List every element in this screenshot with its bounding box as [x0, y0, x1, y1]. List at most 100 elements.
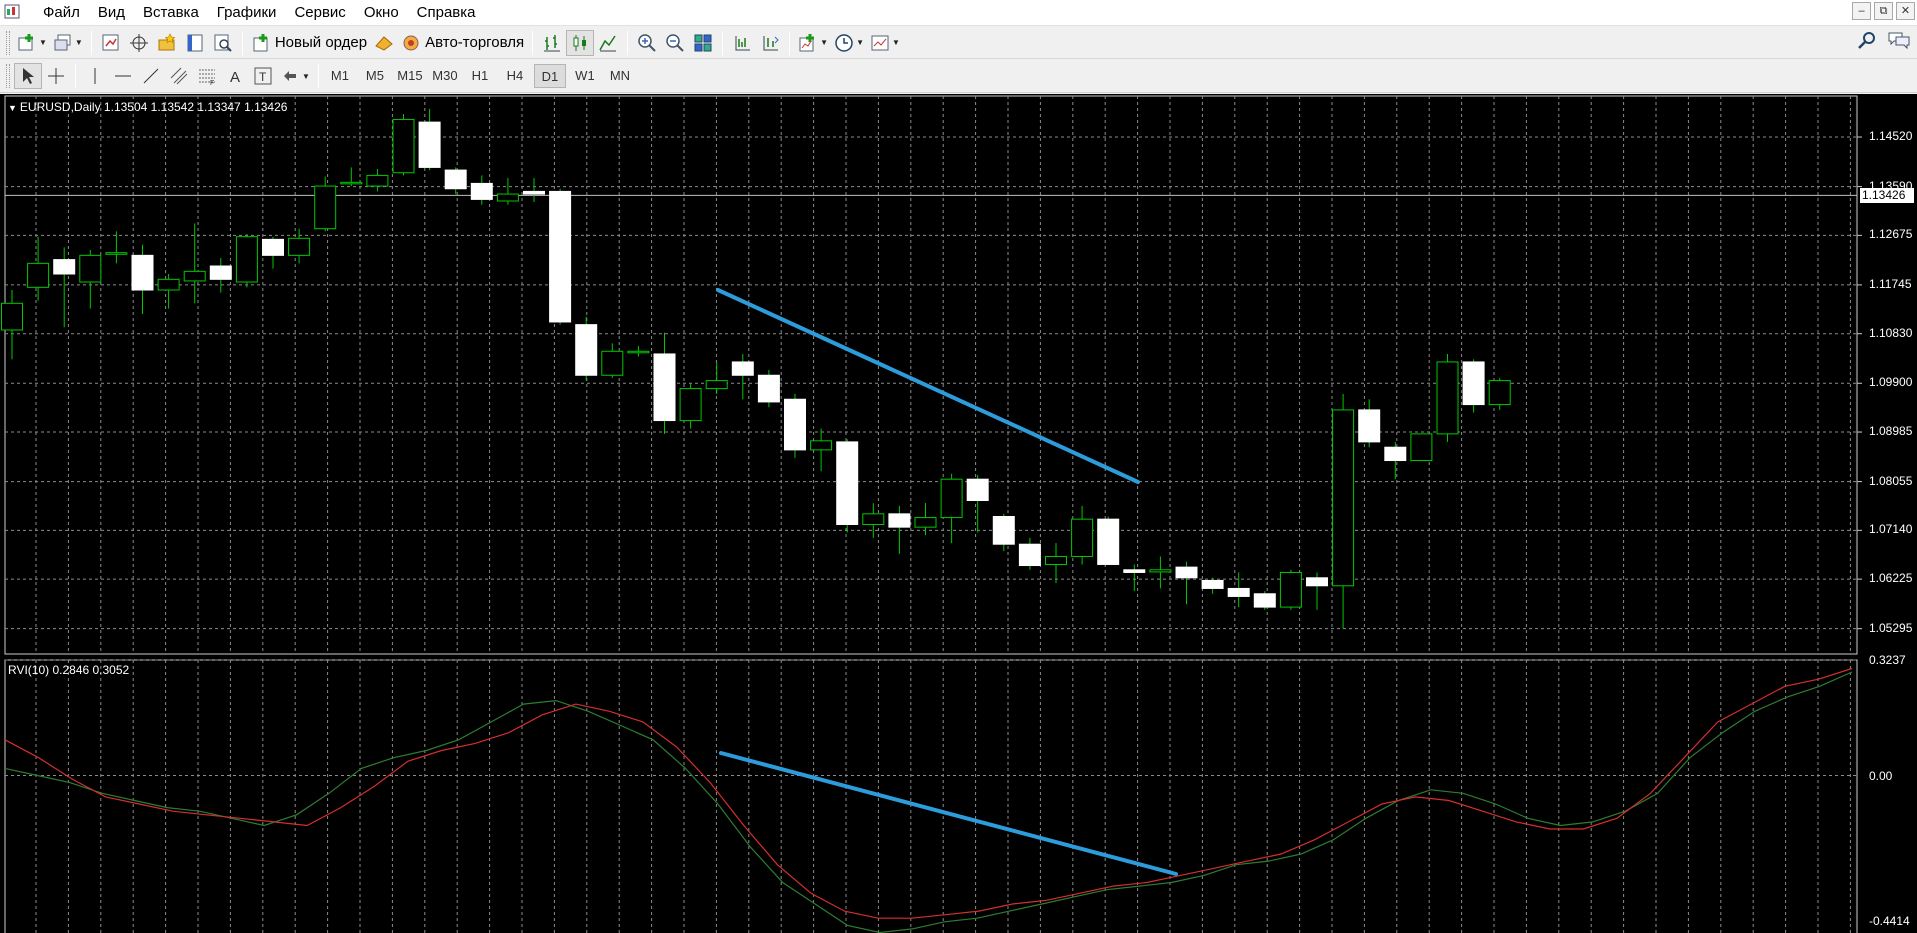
star-folder-icon — [158, 32, 176, 50]
candle-body — [992, 515, 1015, 545]
candle-body — [575, 324, 598, 376]
profiles-button[interactable]: ▼ — [50, 30, 86, 56]
periods-button[interactable]: ▼ — [831, 30, 867, 56]
minimize-button[interactable]: – — [1852, 2, 1871, 20]
candlestick-chart-button[interactable] — [566, 29, 595, 56]
candle-body — [914, 517, 937, 528]
candle-body — [627, 350, 650, 354]
text-button[interactable]: A — [221, 63, 249, 89]
menu-item-6[interactable]: Справка — [408, 3, 485, 23]
candle-body — [1332, 409, 1355, 587]
arrows-button[interactable]: ▼ — [277, 63, 313, 89]
timeframe-m5[interactable]: M5 — [359, 64, 391, 88]
line-chart-button[interactable] — [594, 30, 622, 56]
zoom-out-button[interactable] — [661, 30, 689, 56]
metaeditor-button[interactable] — [370, 30, 398, 56]
restore-button[interactable]: ⧉ — [1874, 2, 1893, 20]
new-order-icon — [253, 33, 268, 51]
timeframe-h4[interactable]: H4 — [499, 64, 531, 88]
timeframe-d1[interactable]: D1 — [533, 64, 566, 88]
indicators-button[interactable]: ▼ — [795, 30, 831, 56]
candle-body — [1436, 361, 1459, 435]
candle-body — [679, 388, 702, 422]
terminal-button[interactable] — [181, 30, 209, 56]
auto-trading-button[interactable]: Авто-торговля — [398, 30, 527, 56]
trendline-button[interactable] — [137, 63, 165, 89]
timeframe-m1[interactable]: M1 — [324, 64, 356, 88]
timeframe-mn[interactable]: MN — [604, 64, 636, 88]
tile-windows-icon — [694, 34, 712, 51]
templates-button[interactable]: ▼ — [867, 30, 903, 56]
strategy-tester-button[interactable] — [209, 30, 237, 56]
text-label-button[interactable]: T — [249, 63, 277, 89]
price-label: 1.06225 — [1869, 571, 1913, 586]
new-chart-button[interactable]: ▼ — [14, 30, 50, 56]
timeframe-w1[interactable]: W1 — [569, 64, 601, 88]
candle-body — [209, 265, 232, 280]
chart-shift-icon — [735, 35, 751, 50]
new-order-label: Новый ордер — [274, 34, 368, 51]
trendline-icon — [143, 68, 159, 84]
chat-icon[interactable] — [1887, 30, 1911, 50]
collapse-triangle-icon[interactable]: ▼ — [8, 103, 17, 113]
zoom-in-button[interactable] — [633, 30, 661, 56]
candle-body — [1488, 380, 1511, 406]
auto-scroll-button[interactable] — [756, 30, 784, 56]
menu-item-0[interactable]: Файл — [34, 3, 89, 23]
main-chart-title: ▼ EURUSD,Daily 1.13504 1.13542 1.13347 1.… — [8, 100, 287, 114]
vertical-line-button[interactable] — [81, 63, 109, 89]
timeframe-m30[interactable]: M30 — [429, 64, 461, 88]
candle-body — [1175, 566, 1198, 579]
candle-body — [79, 254, 102, 283]
candle-body — [784, 398, 806, 451]
market-watch-button[interactable] — [97, 30, 125, 56]
text-icon: A — [230, 69, 240, 86]
candle-body — [288, 237, 311, 256]
candle-body — [53, 259, 76, 275]
toolbar-right — [1857, 30, 1911, 50]
toolbar-grip[interactable] — [6, 64, 10, 88]
zoom-out-icon — [666, 33, 684, 52]
data-window-button[interactable] — [125, 30, 153, 56]
chart-window[interactable]: ▼ EURUSD,Daily 1.13504 1.13542 1.13347 1.… — [0, 94, 1917, 933]
equidistant-channel-button[interactable] — [165, 63, 193, 89]
chart-canvas[interactable] — [0, 94, 1917, 933]
new-order-button[interactable]: Новый ордер — [248, 30, 370, 56]
crosshair-target-icon — [129, 33, 148, 52]
menu-item-2[interactable]: Вставка — [134, 3, 208, 23]
chart-shift-button[interactable] — [728, 30, 756, 56]
price-label: 1.09900 — [1869, 375, 1913, 390]
svg-text:A: A — [230, 69, 240, 86]
bar-chart-icon — [544, 34, 561, 51]
timeframe-m15[interactable]: M15 — [394, 64, 426, 88]
timeframe-h1[interactable]: H1 — [464, 64, 496, 88]
candle-body — [705, 380, 728, 390]
close-button[interactable]: ✕ — [1896, 2, 1915, 20]
rvi-trendline — [719, 751, 1178, 876]
candle-body — [862, 513, 885, 525]
candle-body — [1253, 593, 1276, 608]
search-icon[interactable] — [1857, 30, 1877, 50]
menu-item-5[interactable]: Окно — [355, 3, 408, 23]
app-icon — [4, 4, 20, 19]
timeframe-group: M1 M5 M15 M30 H1 H4 D1 W1 MN — [324, 64, 636, 88]
price-label: 1.12675 — [1869, 227, 1913, 242]
terminal-icon — [187, 34, 203, 51]
candle-body — [314, 185, 337, 230]
fibonacci-button[interactable]: F — [193, 63, 221, 89]
menu-item-4[interactable]: Сервис — [285, 3, 354, 23]
toolbar-grip[interactable] — [6, 30, 10, 55]
horizontal-line-button[interactable] — [109, 63, 137, 89]
price-label: 1.08985 — [1869, 424, 1913, 439]
menu-item-1[interactable]: Вид — [89, 3, 134, 23]
candle-body — [366, 174, 389, 187]
cursor-button[interactable] — [14, 63, 42, 89]
tile-windows-button[interactable] — [689, 30, 717, 56]
navigator-button[interactable] — [153, 30, 181, 56]
bar-chart-button[interactable] — [538, 30, 566, 56]
crosshair-button[interactable] — [42, 63, 70, 89]
menu-item-3[interactable]: Графики — [208, 3, 286, 23]
price-label: 1.14520 — [1869, 129, 1913, 144]
main-chart-title-text: EURUSD,Daily 1.13504 1.13542 1.13347 1.1… — [19, 100, 288, 114]
menu-items: Файл Вид Вставка Графики Сервис Окно Справка — [34, 3, 485, 23]
